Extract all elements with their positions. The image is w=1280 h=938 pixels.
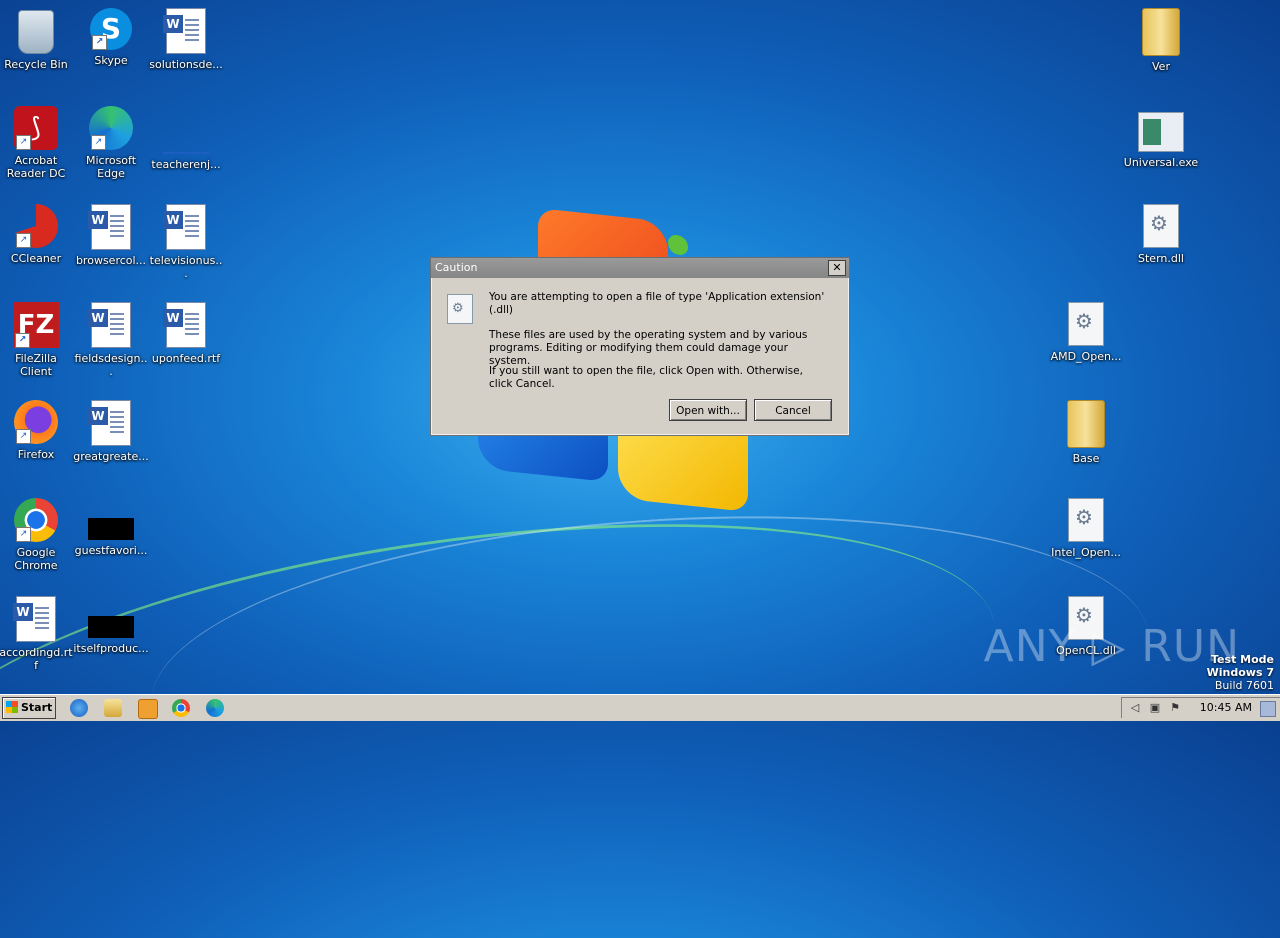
desktop-icon-universal[interactable]: Universal.exe: [1123, 106, 1199, 169]
desktop-icon-teacherenj[interactable]: teacherenj...: [148, 106, 224, 171]
firefox-icon: ↗: [14, 400, 58, 444]
dialog-titlebar[interactable]: Caution ✕: [431, 258, 849, 278]
folder-icon: [1142, 8, 1180, 56]
desktop-icon-edge[interactable]: ↗ Microsoft Edge: [73, 106, 149, 180]
dialog-message-warning: These files are used by the operating sy…: [489, 329, 808, 367]
show-desktop-button[interactable]: [1260, 701, 1276, 717]
chrome-icon: ↗: [14, 498, 58, 542]
test-mode-notice: Test Mode Windows 7 Build 7601: [1206, 653, 1274, 692]
word-document-icon: W: [88, 400, 131, 446]
file-icon: [163, 128, 209, 154]
desktop-icon-filezilla[interactable]: FZ ↗ FileZilla Client: [0, 302, 74, 378]
word-document-icon: W: [163, 8, 206, 54]
desktop-icon-base[interactable]: Base: [1048, 400, 1124, 465]
ccleaner-icon: ↗: [14, 204, 58, 248]
recycle-bin-icon: [18, 10, 54, 54]
start-button[interactable]: Start: [2, 697, 56, 719]
file-icon: [88, 616, 134, 638]
media-player-icon[interactable]: [138, 699, 158, 719]
edge-icon[interactable]: [206, 699, 224, 717]
dll-file-icon: ⚙: [447, 294, 473, 324]
network-icon[interactable]: ▣: [1148, 701, 1162, 715]
word-document-icon: W: [13, 596, 56, 642]
acrobat-icon: ⟆ ↗: [14, 106, 58, 150]
word-document-icon: W: [163, 204, 206, 250]
desktop-icon-recycle-bin[interactable]: Recycle Bin: [0, 8, 74, 71]
file-icon: [88, 518, 134, 540]
folder-icon: [1067, 400, 1105, 448]
desktop-icon-acrobat[interactable]: ⟆ ↗ Acrobat Reader DC: [0, 106, 74, 180]
open-with-button[interactable]: Open with...: [669, 399, 747, 421]
dll-file-icon: ⚙: [1143, 204, 1179, 248]
desktop-icon-chrome[interactable]: ↗ Google Chrome: [0, 498, 74, 572]
word-document-icon: W: [163, 302, 206, 348]
desktop-icon-skype[interactable]: S ↗ Skype: [73, 8, 149, 67]
desktop-icon-solutionsde[interactable]: W solutionsde...: [148, 8, 224, 71]
desktop-icon-firefox[interactable]: ↗ Firefox: [0, 400, 74, 461]
anyrun-watermark: ANY ▷ RUN: [983, 621, 1240, 672]
edge-icon: ↗: [89, 106, 133, 150]
dll-file-icon: ⚙: [1068, 498, 1104, 542]
desktop-icon-itselfproduc[interactable]: itselfproduc...: [73, 596, 149, 655]
dialog-title: Caution: [435, 261, 478, 274]
dll-file-icon: ⚙: [1068, 302, 1104, 346]
chrome-icon[interactable]: [172, 699, 190, 717]
desktop-icon-ver[interactable]: Ver: [1123, 8, 1199, 73]
close-icon: ✕: [832, 261, 842, 274]
desktop-icon-intel-open[interactable]: ⚙ Intel_Open...: [1048, 498, 1124, 559]
cancel-button[interactable]: Cancel: [754, 399, 832, 421]
explorer-icon[interactable]: [104, 699, 122, 717]
desktop-icon-accordingd[interactable]: W accordingd.rtf: [0, 596, 74, 672]
desktop-icon-amd-open[interactable]: ⚙ AMD_Open...: [1048, 302, 1124, 363]
desktop-icon-ccleaner[interactable]: ↗ CCleaner: [0, 204, 74, 265]
desktop-icon-greatgreate[interactable]: W greatgreate...: [73, 400, 149, 463]
filezilla-icon: FZ ↗: [13, 302, 59, 348]
caution-dialog: Caution ✕ ⚙ You are attempting to open a…: [430, 257, 850, 436]
application-icon: [1138, 112, 1184, 152]
word-document-icon: W: [88, 204, 131, 250]
desktop-icon-televisionus[interactable]: W televisionus...: [148, 204, 224, 280]
desktop-icon-uponfeed[interactable]: W uponfeed.rtf: [148, 302, 224, 365]
desktop-icon-stern-dll[interactable]: ⚙ Stern.dll: [1123, 204, 1199, 265]
clock[interactable]: 10:45 AM: [1200, 701, 1252, 714]
desktop-icon-browsercol[interactable]: W browsercol...: [73, 204, 149, 267]
flag-icon[interactable]: ⚑: [1168, 701, 1182, 715]
speaker-icon[interactable]: ◁: [1128, 701, 1142, 715]
desktop-icon-fieldsdesign[interactable]: W fieldsdesign...: [73, 302, 149, 378]
ie-icon[interactable]: [70, 699, 88, 717]
dialog-message-instruction: If you still want to open the file, clic…: [489, 365, 803, 390]
close-button[interactable]: ✕: [828, 260, 846, 276]
dialog-message-filetype: You are attempting to open a file of typ…: [489, 291, 825, 316]
word-document-icon: W: [88, 302, 131, 348]
skype-icon: S ↗: [90, 8, 132, 50]
desktop-icon-guestfavori[interactable]: guestfavori...: [73, 498, 149, 557]
system-tray: ◁ ▣ ⚑ 10:45 AM: [1121, 697, 1280, 718]
taskbar: Start ◁ ▣ ⚑ 10:45 AM: [0, 694, 1280, 721]
windows-flag-icon: [6, 701, 18, 713]
